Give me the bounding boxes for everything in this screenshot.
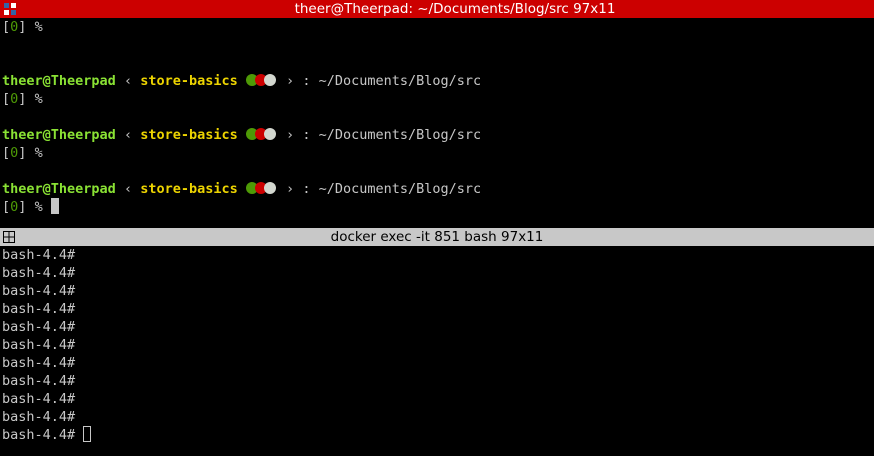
git-branch: store-basics — [140, 181, 238, 197]
terminator-app-icon — [2, 1, 18, 17]
git-status-dots-icon — [245, 74, 278, 86]
terminal-cursor — [83, 426, 92, 442]
git-branch: store-basics — [140, 73, 238, 89]
current-path: ~/Documents/Blog/src — [318, 127, 482, 143]
bash-prompt-line: bash-4.4# — [2, 373, 76, 389]
bash-prompt-line: bash-4.4# — [2, 301, 76, 317]
user-host: theer@Theerpad — [2, 181, 116, 197]
terminal-cursor — [50, 198, 59, 214]
status-line: [0] % — [2, 91, 43, 107]
active-bash-prompt-line[interactable]: bash-4.4# — [2, 426, 92, 444]
user-host: theer@Theerpad — [2, 127, 116, 143]
active-prompt-line[interactable]: [0] % — [2, 198, 59, 216]
top-terminal-pane[interactable]: [0] % theer@Theerpad ‹ store-basics › : … — [0, 18, 874, 228]
user-host: theer@Theerpad — [2, 73, 116, 89]
git-status-dots-icon — [245, 128, 278, 140]
current-path: ~/Documents/Blog/src — [318, 181, 482, 197]
git-branch: store-basics — [140, 127, 238, 143]
window-title: theer@Theerpad: ~/Documents/Blog/src 97x… — [294, 1, 616, 17]
git-status-dots-icon — [245, 182, 278, 194]
pane-title: docker exec -it 851 bash 97x11 — [330, 229, 544, 245]
bash-prompt-line: bash-4.4# — [2, 409, 76, 425]
bash-prompt-line: bash-4.4# — [2, 247, 76, 263]
bash-prompt-line: bash-4.4# — [2, 355, 76, 371]
split-pane-icon[interactable] — [3, 231, 15, 243]
prompt-line: theer@Theerpad ‹ store-basics › : ~/Docu… — [2, 181, 482, 197]
bash-prompt-line: bash-4.4# — [2, 319, 76, 335]
status-line: [0] % — [2, 19, 43, 35]
pane-titlebar[interactable]: docker exec -it 851 bash 97x11 — [0, 228, 874, 246]
bash-prompt-line: bash-4.4# — [2, 265, 76, 281]
bottom-terminal-pane[interactable]: bash-4.4# bash-4.4# bash-4.4# bash-4.4# … — [0, 246, 874, 456]
prompt-line: theer@Theerpad ‹ store-basics › : ~/Docu… — [2, 73, 482, 89]
window-titlebar[interactable]: theer@Theerpad: ~/Documents/Blog/src 97x… — [0, 0, 874, 18]
bash-prompt-line: bash-4.4# — [2, 283, 76, 299]
current-path: ~/Documents/Blog/src — [318, 73, 482, 89]
prompt-line: theer@Theerpad ‹ store-basics › : ~/Docu… — [2, 127, 482, 143]
bash-prompt-line: bash-4.4# — [2, 337, 76, 353]
status-line: [0] % — [2, 145, 43, 161]
bash-prompt-line: bash-4.4# — [2, 391, 76, 407]
